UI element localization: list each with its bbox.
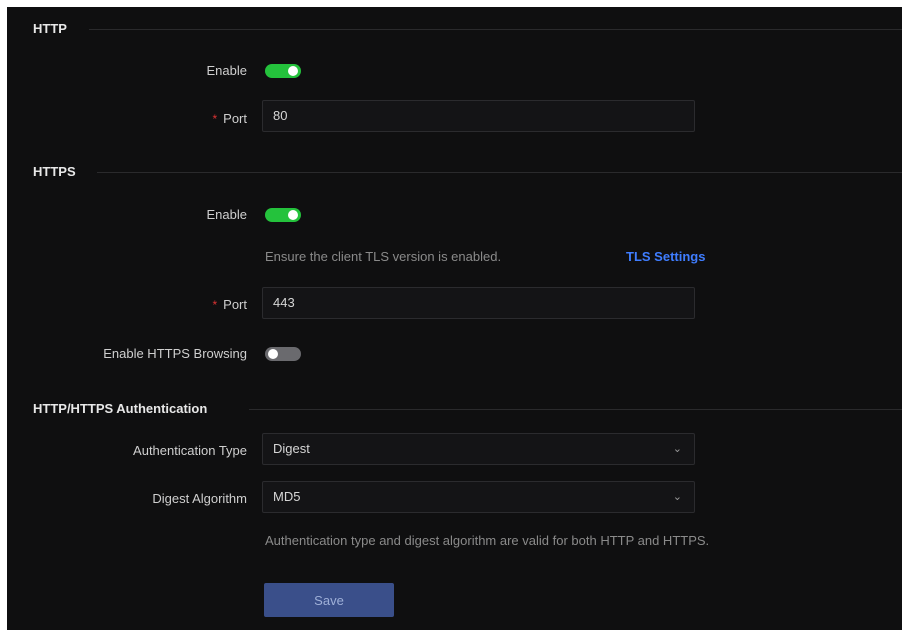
auth-note: Authentication type and digest algorithm… [265,533,710,548]
auth-type-value: Digest [273,441,310,456]
http-port-label: * Port [212,111,247,126]
auth-section-title: HTTP/HTTPS Authentication [33,401,208,416]
chevron-down-icon: ⌄ [672,491,682,503]
https-browsing-label: Enable HTTPS Browsing [103,346,247,361]
http-port-input[interactable]: 80 [262,100,695,132]
required-mark: * [212,112,218,126]
https-divider [97,172,902,173]
required-mark: * [212,298,218,312]
toggle-knob [268,349,278,359]
auth-divider [249,409,902,410]
digest-algo-select[interactable]: MD5 ⌄ [262,481,695,513]
tls-hint-text: Ensure the client TLS version is enabled… [265,249,502,264]
https-enable-label: Enable [206,207,247,222]
chevron-down-icon: ⌄ [672,443,682,455]
tls-settings-link[interactable]: TLS Settings [626,249,705,264]
digest-algo-label: Digest Algorithm [152,491,247,506]
http-port-label-text: Port [223,111,247,126]
settings-panel: HTTP Enable * Port 80 HTTPS Enable Ensure… [7,7,902,630]
http-enable-toggle[interactable] [265,64,301,78]
auth-type-label: Authentication Type [133,443,247,458]
https-enable-toggle[interactable] [265,208,301,222]
save-button[interactable]: Save [264,583,394,617]
https-port-input[interactable]: 443 [262,287,695,319]
https-port-label: * Port [212,297,247,312]
https-section-title: HTTPS [33,164,76,179]
http-enable-label: Enable [206,63,247,78]
https-port-label-text: Port [223,297,247,312]
http-divider [89,29,902,30]
http-section-title: HTTP [33,21,67,36]
digest-algo-value: MD5 [273,489,301,504]
https-browsing-toggle[interactable] [265,347,301,361]
toggle-knob [288,210,298,220]
auth-type-select[interactable]: Digest ⌄ [262,433,695,465]
toggle-knob [288,66,298,76]
